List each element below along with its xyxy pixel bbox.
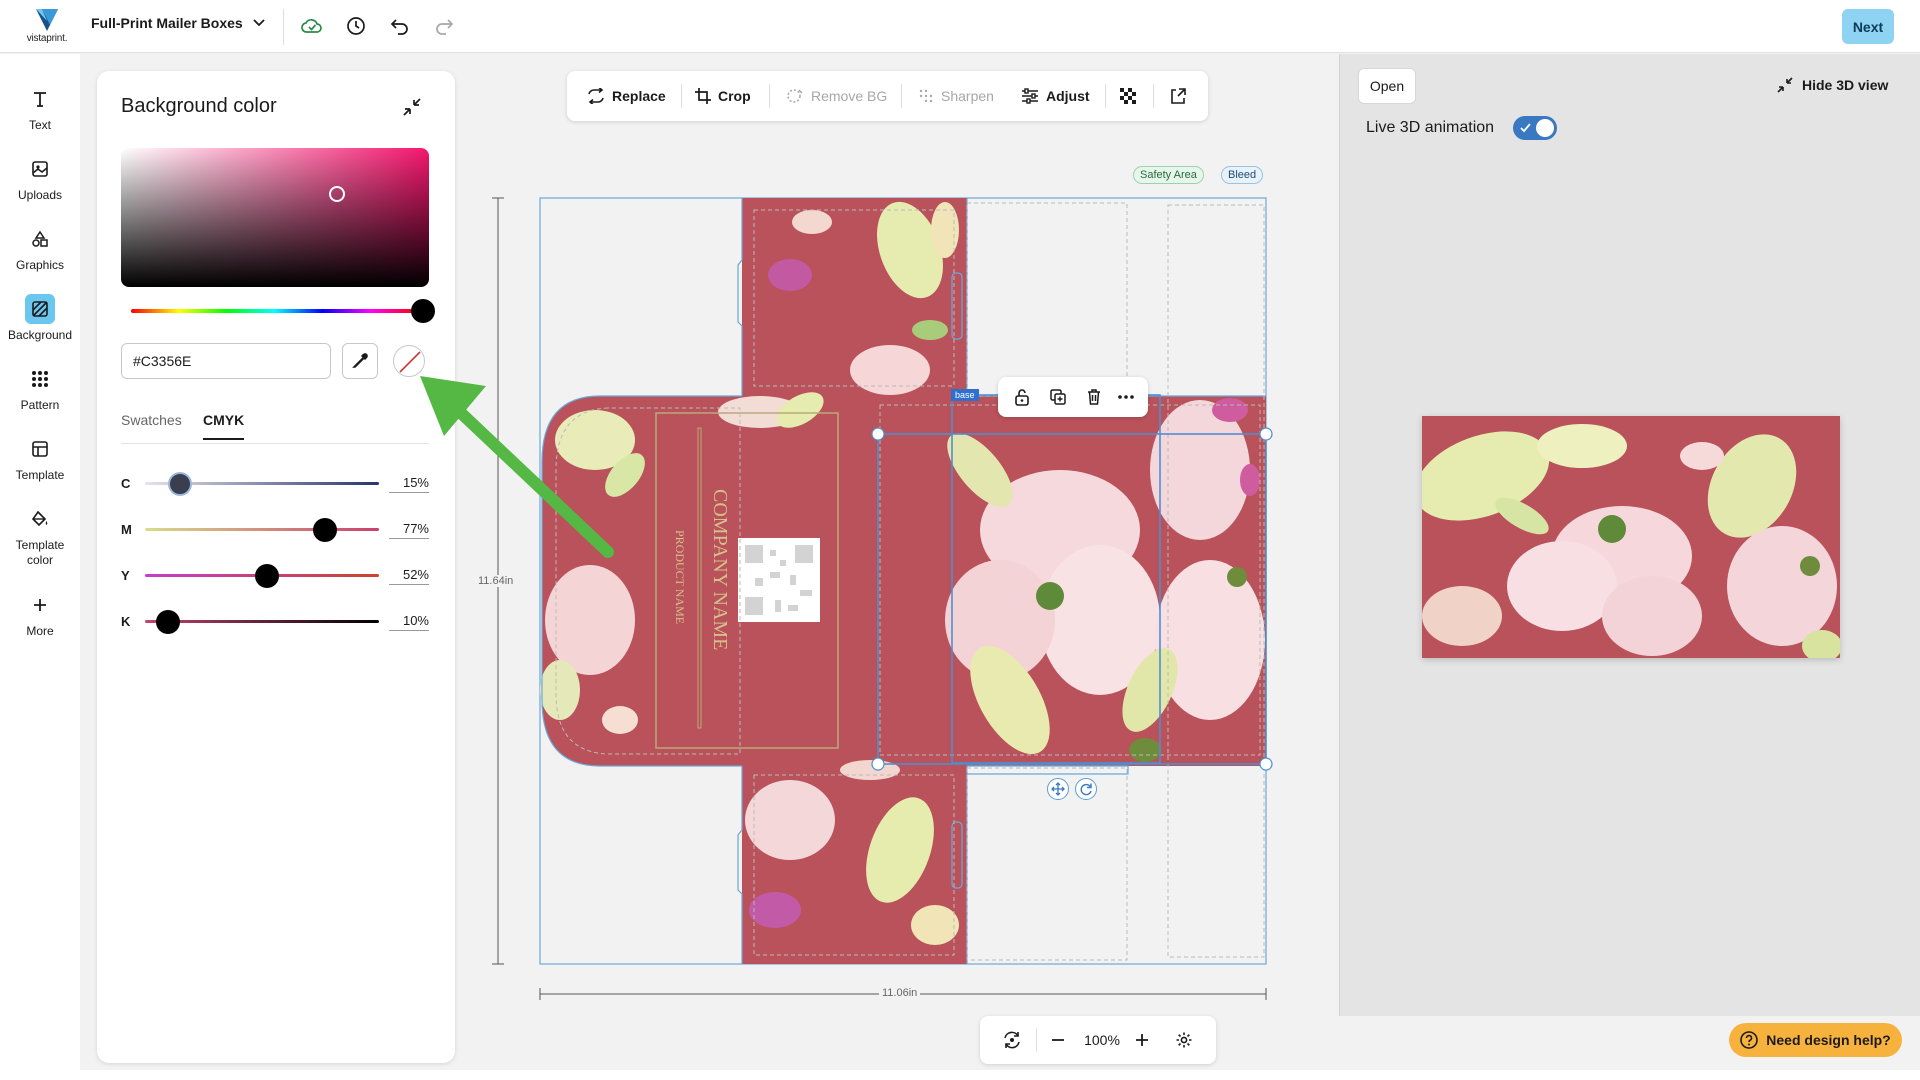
hide-3d-view-button[interactable]: Hide 3D view	[1776, 76, 1888, 94]
zoom-level[interactable]: 100%	[1080, 1028, 1124, 1052]
bottom-strip	[0, 1070, 1920, 1080]
move-icon[interactable]	[1047, 778, 1069, 800]
selection-handle[interactable]	[1259, 427, 1273, 441]
more-options-icon[interactable]	[1114, 385, 1138, 409]
object-toolbar	[998, 377, 1148, 417]
zoom-divider	[1036, 1028, 1037, 1052]
live-3d-animation-toggle[interactable]	[1513, 116, 1557, 140]
check-icon	[1520, 123, 1531, 133]
collapse-icon	[1777, 77, 1793, 93]
3d-preview-panel: Open Hide 3D view Live 3D animation	[1339, 54, 1920, 1016]
help-icon	[1740, 1031, 1759, 1049]
box-3d-preview[interactable]	[1422, 416, 1840, 658]
open-button[interactable]: Open	[1358, 68, 1416, 104]
unlock-icon[interactable]	[1010, 385, 1034, 409]
product-name-text[interactable]: PRODUCT NAME	[673, 530, 687, 624]
base-layer-tag: base	[951, 389, 979, 401]
selection-handle[interactable]	[871, 757, 885, 771]
height-dimension-label: 11.64in	[475, 575, 517, 587]
preview-floral-image	[1422, 416, 1840, 658]
width-dimension-label: 11.06in	[879, 987, 921, 999]
trash-icon[interactable]	[1082, 385, 1106, 409]
need-design-help-label: Need design help?	[1766, 1032, 1891, 1048]
zoom-in-icon[interactable]	[1130, 1028, 1154, 1052]
view-toggle-icon[interactable]	[1000, 1028, 1024, 1052]
live-3d-animation-label: Live 3D animation	[1366, 119, 1495, 136]
need-design-help-button[interactable]: Need design help?	[1729, 1023, 1902, 1057]
selection-handle[interactable]	[1259, 757, 1273, 771]
duplicate-icon[interactable]	[1046, 385, 1070, 409]
zoom-bar: 100%	[980, 1016, 1216, 1064]
selection-handle[interactable]	[871, 427, 885, 441]
zoom-out-icon[interactable]	[1046, 1028, 1070, 1052]
company-name-text[interactable]: COMPANY NAME	[709, 489, 731, 650]
rotate-icon[interactable]	[1075, 778, 1097, 800]
gear-icon[interactable]	[1172, 1028, 1196, 1052]
hide-3d-label: Hide 3D view	[1802, 77, 1889, 93]
toggle-knob	[1536, 119, 1554, 137]
